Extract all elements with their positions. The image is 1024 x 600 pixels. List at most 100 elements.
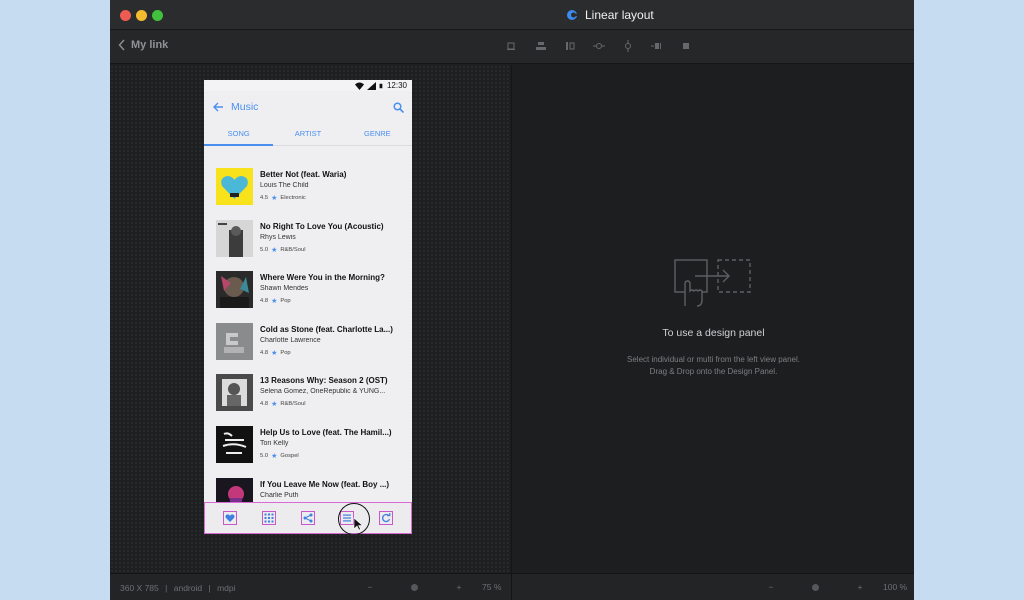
right-zoom-control: − + 100 %	[758, 582, 908, 592]
design-panel[interactable]: To use a design panel Select individual …	[511, 65, 914, 573]
list-item[interactable]: Better Not (feat. Waria) Louis The Child…	[204, 168, 412, 220]
song-genre: R&B/Soul	[280, 246, 306, 253]
signal-icon	[366, 81, 376, 90]
list-item[interactable]: Cold as Stone (feat. Charlotte La...) Ch…	[204, 322, 412, 375]
song-title: Cold as Stone (feat. Charlotte La...)	[260, 324, 393, 334]
refresh-icon[interactable]	[378, 511, 393, 525]
album-cover	[216, 219, 253, 257]
song-artist: Tori Kelly	[260, 439, 289, 447]
space-vertical-icon[interactable]	[680, 40, 692, 52]
phone-time: 12:30	[386, 81, 407, 90]
design-panel-instruction: Drag & Drop onto the Design Panel.	[649, 367, 778, 376]
arrow-back-icon[interactable]	[212, 101, 224, 113]
design-panel-title: To use a design panel	[662, 327, 765, 339]
song-genre: Pop	[280, 298, 291, 305]
device-dimensions: 360 X 785	[120, 583, 159, 593]
song-genre: Gospel	[280, 452, 299, 459]
song-rating: 5.0	[260, 246, 269, 253]
grid-icon[interactable]	[262, 511, 277, 525]
space-horizontal-icon[interactable]	[651, 40, 663, 52]
window-title: Linear layout	[585, 8, 654, 22]
star-icon: ★	[271, 401, 278, 409]
phone-tabs: SONG ARTIST GENRE	[204, 124, 412, 146]
align-center-icon[interactable]	[535, 40, 547, 52]
distribute-horizontal-icon[interactable]	[593, 40, 605, 52]
song-rating: 4.8	[260, 298, 269, 305]
star-icon: ★	[271, 246, 278, 254]
status-bar: 360 X 785 | android | mdpi − + 75 % − + …	[110, 573, 914, 600]
song-title: 13 Reasons Why: Season 2 (OST)	[260, 376, 388, 386]
song-artist: Selena Gomez, OneRepublic & YUNG...	[260, 388, 386, 396]
tab-genre[interactable]: GENRE	[343, 124, 412, 145]
album-cover	[216, 322, 253, 360]
song-title: No Right To Love You (Acoustic)	[260, 221, 384, 231]
list-item[interactable]: Where Were You in the Morning? Shawn Men…	[204, 271, 412, 323]
close-window-button[interactable]	[120, 10, 131, 21]
list-item[interactable]: Help Us to Love (feat. The Hamil...) Tor…	[204, 425, 412, 478]
song-artist: Charlotte Lawrence	[260, 336, 321, 344]
album-cover	[216, 271, 253, 309]
tab-song[interactable]: SONG	[204, 124, 274, 146]
zoom-slider[interactable]	[411, 583, 418, 591]
device-density: mdpi	[217, 583, 236, 593]
minimize-window-button[interactable]	[136, 10, 147, 21]
album-cover	[216, 425, 253, 463]
phone-status-bar: 12:30	[204, 80, 412, 91]
song-artist: Charlie Puth	[260, 491, 299, 499]
zoom-out-button[interactable]: −	[357, 582, 383, 592]
chevron-left-icon	[118, 39, 125, 51]
star-icon: ★	[271, 298, 278, 306]
song-rating: 4.8	[260, 401, 269, 408]
album-cover	[216, 168, 253, 205]
zoom-slider[interactable]	[812, 583, 819, 591]
star-icon: ★	[271, 195, 278, 202]
song-genre: Electronic	[280, 195, 306, 201]
align-vertical-icon[interactable]	[564, 40, 576, 52]
distribute-vertical-icon[interactable]	[622, 40, 634, 52]
song-genre: Pop	[280, 349, 291, 356]
phone-preview[interactable]: 12:30 Music SONG ARTIST GENRE Better Not…	[204, 80, 412, 534]
search-icon[interactable]	[393, 101, 404, 113]
zoom-level: 100 %	[883, 582, 908, 592]
star-icon: ★	[271, 452, 278, 460]
device-platform: android	[173, 583, 203, 593]
zoom-in-button[interactable]: +	[446, 582, 472, 592]
song-genre: R&B/Soul	[280, 401, 306, 408]
back-link[interactable]: My link	[118, 39, 168, 51]
star-icon: ★	[271, 349, 278, 357]
song-title: Help Us to Love (feat. The Hamil...)	[260, 427, 392, 437]
app-window: Linear layout My link 12:30 Music SONG A…	[110, 0, 914, 600]
list-item[interactable]: No Right To Love You (Acoustic) Rhys Lew…	[204, 219, 412, 272]
align-left-icon[interactable]	[506, 40, 518, 52]
song-artist: Rhys Lewis	[260, 233, 296, 241]
zoom-out-button[interactable]: −	[758, 582, 784, 592]
zoom-in-button[interactable]: +	[847, 582, 873, 592]
song-list: Better Not (feat. Waria) Louis The Child…	[204, 168, 412, 529]
battery-icon	[379, 83, 383, 88]
bottom-navigation	[204, 502, 412, 534]
device-info: 360 X 785 | android | mdpi	[120, 583, 236, 593]
mouse-cursor-icon	[353, 517, 363, 531]
design-panel-instruction: Select individual or multi from the left…	[627, 355, 800, 364]
maximize-window-button[interactable]	[152, 10, 163, 21]
song-rating: 5.0	[260, 452, 269, 459]
back-link-label: My link	[131, 39, 169, 51]
share-icon[interactable]	[300, 511, 315, 525]
left-view-panel: 12:30 Music SONG ARTIST GENRE Better Not…	[110, 65, 510, 573]
app-logo-icon	[567, 10, 578, 20]
heart-icon[interactable]	[223, 511, 238, 525]
song-rating: 4.5	[260, 195, 269, 201]
title-bar: Linear layout	[110, 0, 914, 30]
song-title: Better Not (feat. Waria)	[260, 170, 347, 179]
album-cover	[216, 374, 253, 412]
zoom-level: 75 %	[482, 582, 502, 592]
tab-artist[interactable]: ARTIST	[273, 124, 342, 145]
list-item[interactable]: 13 Reasons Why: Season 2 (OST) Selena Go…	[204, 374, 412, 426]
phone-app-title: Music	[231, 101, 259, 113]
wifi-icon	[354, 82, 364, 90]
phone-app-bar: Music	[204, 96, 412, 118]
drag-drop-icon	[674, 259, 751, 307]
song-rating: 4.8	[260, 349, 269, 356]
left-zoom-control: − + 75 %	[357, 582, 502, 592]
toolbar: My link	[110, 30, 914, 64]
